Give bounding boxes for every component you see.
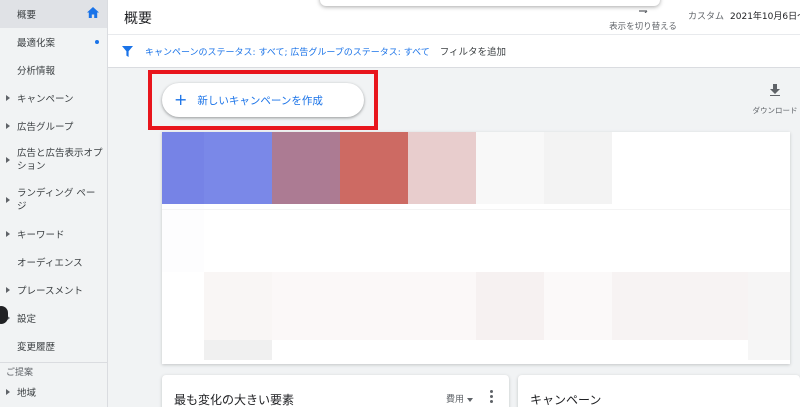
sidebar-item-audiences[interactable]: オーディエンス	[0, 248, 107, 276]
sidebar-item-region[interactable]: 地域	[0, 380, 107, 404]
sidebar-section-suggestions: ご提案	[0, 362, 107, 380]
sidebar-item-label: 分析情報	[17, 66, 56, 77]
caret-right-icon	[6, 231, 10, 237]
caret-right-icon	[6, 197, 10, 203]
sidebar-item-landing-pages[interactable]: ランディング ページ	[0, 180, 107, 220]
home-icon	[87, 7, 99, 18]
sidebar: 概要 最適化案 分析情報 キャンペーン 広告グループ 広告と広告表示オプション …	[0, 0, 108, 407]
campaigns-card: キャンペーン	[518, 375, 800, 407]
sidebar-item-label: 広告と広告表示オプション	[17, 148, 103, 172]
chevron-down-icon	[467, 397, 474, 402]
blurred-region	[204, 340, 272, 360]
blurred-region	[272, 132, 340, 204]
sidebar-item-ads-extensions[interactable]: 広告と広告表示オプション	[0, 140, 107, 180]
sidebar-item-keywords[interactable]: キーワード	[0, 220, 107, 248]
sidebar-item-recommendations[interactable]: 最適化案	[0, 28, 107, 56]
metric-dropdown[interactable]: 費用	[446, 392, 474, 405]
caret-right-icon	[6, 123, 10, 129]
create-campaign-button[interactable]: + 新しいキャンペーンを作成	[162, 83, 364, 117]
plus-icon: +	[174, 90, 188, 109]
blurred-region	[544, 132, 612, 204]
sidebar-item-change-history[interactable]: 変更履歴	[0, 332, 107, 360]
filter-icon[interactable]	[122, 45, 133, 57]
sidebar-item-label: 変更履歴	[17, 342, 56, 353]
download-icon	[770, 84, 780, 96]
add-filter-button[interactable]: フィルタを追加	[440, 44, 506, 58]
dropdown-panel-edge	[320, 0, 660, 6]
page-title: 概要	[124, 11, 152, 27]
caret-right-icon	[6, 287, 10, 293]
blurred-region	[612, 272, 748, 340]
overview-card	[162, 132, 790, 364]
caret-right-icon	[6, 389, 10, 395]
more-vert-icon[interactable]	[490, 390, 494, 405]
blurred-region	[476, 272, 544, 340]
create-campaign-label: 新しいキャンペーンを作成	[197, 94, 323, 107]
sidebar-item-label: 地域	[17, 388, 37, 399]
sidebar-item-overview[interactable]: 概要	[0, 0, 107, 28]
filter-bar: キャンペーンのステータス: すべて; 広告グループのステータス: すべて フィル…	[108, 34, 800, 68]
date-range-picker[interactable]: カスタム 2021年10月6日～	[688, 9, 800, 22]
blurred-region	[408, 132, 476, 204]
caret-right-icon	[6, 95, 10, 101]
sidebar-item-label: 広告グループ	[17, 122, 74, 133]
sidebar-item-label: 最適化案	[17, 38, 56, 49]
blurred-region	[162, 132, 204, 204]
sidebar-item-label: 概要	[17, 10, 37, 21]
divider	[162, 209, 790, 210]
sidebar-item-label: プレースメント	[17, 286, 84, 297]
sidebar-item-ad-groups[interactable]: 広告グループ	[0, 112, 107, 140]
sidebar-item-label: キーワード	[17, 230, 65, 241]
sidebar-item-placements[interactable]: プレースメント	[0, 276, 107, 304]
card-title: キャンペーン	[530, 393, 602, 407]
sidebar-item-label: キャンペーン	[17, 94, 74, 105]
blurred-region	[162, 204, 204, 272]
sidebar-item-campaigns[interactable]: キャンペーン	[0, 84, 107, 112]
blurred-region	[272, 272, 476, 340]
blurred-region	[340, 132, 408, 204]
biggest-changes-card: 最も変化の大きい要素 費用	[162, 375, 509, 407]
active-filters[interactable]: キャンペーンのステータス: すべて; 広告グループのステータス: すべて	[145, 45, 430, 58]
blurred-region	[476, 132, 544, 204]
blurred-region	[748, 272, 790, 340]
notification-dot-icon	[95, 40, 99, 44]
date-range: 2021年10月6日～	[730, 12, 800, 22]
sidebar-item-label: 設定	[17, 314, 37, 325]
caret-right-icon	[6, 157, 10, 163]
blurred-region	[204, 272, 272, 340]
card-title: 最も変化の大きい要素	[174, 393, 295, 407]
blurred-region	[204, 132, 272, 204]
metric-dropdown-label: 費用	[446, 395, 465, 405]
sidebar-item-label: ランディング ページ	[17, 188, 96, 212]
toggle-view-label: 表示を切り替える	[609, 22, 677, 32]
download-button[interactable]: ダウンロード	[752, 84, 798, 117]
sidebar-item-settings[interactable]: 設定	[0, 304, 107, 332]
date-preset: カスタム	[688, 12, 725, 22]
download-label: ダウンロード	[752, 106, 798, 115]
blurred-region	[544, 272, 612, 340]
sidebar-item-insights[interactable]: 分析情報	[0, 56, 107, 84]
blurred-region	[748, 340, 790, 360]
sidebar-item-label: オーディエンス	[17, 258, 83, 269]
